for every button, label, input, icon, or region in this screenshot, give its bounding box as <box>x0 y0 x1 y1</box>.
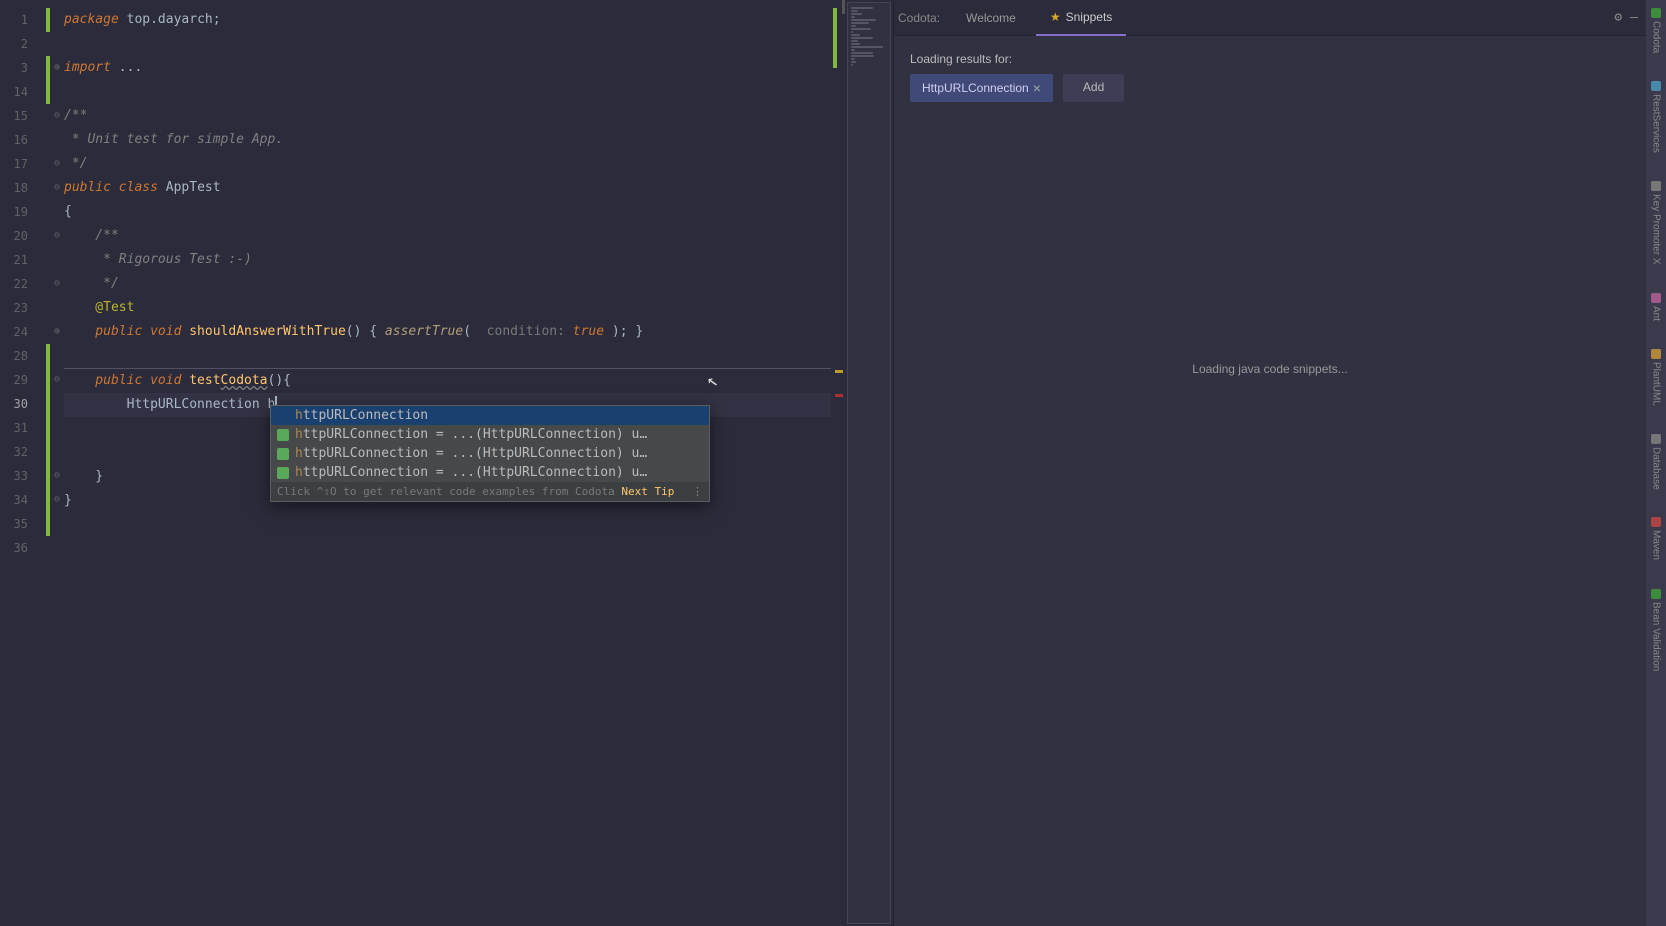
fold-icon[interactable]: ⊖ <box>50 488 64 512</box>
fold-icon[interactable]: ⊖ <box>50 272 64 296</box>
more-icon[interactable]: ⋮ <box>692 485 703 498</box>
line-number: 3 <box>0 56 46 80</box>
line-number: 30 <box>0 392 46 416</box>
line-number: 29 <box>0 368 46 392</box>
next-tip-link[interactable]: Next Tip <box>621 485 674 498</box>
search-tag[interactable]: HttpURLConnection× <box>910 74 1053 102</box>
autocomplete-footer: Click ^⇧O to get relevant code examples … <box>271 482 709 501</box>
fold-column: ⊕ ⊖ ⊖ ⊖ ⊖ ⊖ ⊕ ⊖ ⊖ ⊖ <box>50 0 64 926</box>
fold-icon[interactable]: ⊖ <box>50 104 64 128</box>
panel-tabs: Codota: Welcome ★Snippets ⚙ — <box>894 0 1646 36</box>
loading-label: Loading results for: <box>910 52 1630 66</box>
gear-icon[interactable]: ⚙ <box>1614 10 1622 25</box>
line-number: 21 <box>0 248 46 272</box>
line-number: 1 <box>0 8 46 32</box>
toolbar-item-restservices[interactable]: RestServices <box>1651 81 1662 153</box>
toolbar-item-ant[interactable]: Ant <box>1651 293 1662 321</box>
line-number: 36 <box>0 536 46 560</box>
fold-icon[interactable]: ⊖ <box>50 464 64 488</box>
remove-tag-icon[interactable]: × <box>1033 80 1041 96</box>
codota-icon <box>277 467 289 479</box>
autocomplete-item[interactable]: httpURLConnection = ...(HttpURLConnectio… <box>271 444 709 463</box>
line-number: 33 <box>0 464 46 488</box>
line-number: 23 <box>0 296 46 320</box>
line-number: 32 <box>0 440 46 464</box>
autocomplete-item[interactable]: httpURLConnection = ...(HttpURLConnectio… <box>271 463 709 482</box>
line-number: 31 <box>0 416 46 440</box>
line-number: 20 <box>0 224 46 248</box>
autocomplete-item[interactable]: httpURLConnection <box>271 406 709 425</box>
star-icon: ★ <box>1050 0 1061 35</box>
toolbar-item-beanvalidation[interactable]: Bean Validation <box>1651 589 1662 671</box>
line-number: 35 <box>0 512 46 536</box>
toolbar-item-plantuml[interactable]: PlantUML <box>1651 349 1662 406</box>
codota-panel: Codota: Welcome ★Snippets ⚙ — Loading re… <box>893 0 1646 926</box>
line-number: 2 <box>0 32 46 56</box>
codota-icon <box>277 448 289 460</box>
line-number: 28 <box>0 344 46 368</box>
fold-icon[interactable]: ⊖ <box>50 176 64 200</box>
line-number: 15 <box>0 104 46 128</box>
line-number: 19 <box>0 200 46 224</box>
autocomplete-item[interactable]: httpURLConnection = ...(HttpURLConnectio… <box>271 425 709 444</box>
line-number: 34 <box>0 488 46 512</box>
line-number: 18 <box>0 176 46 200</box>
panel-label: Codota: <box>898 11 946 25</box>
error-stripe[interactable] <box>831 0 845 926</box>
fold-icon[interactable]: ⊖ <box>50 224 64 248</box>
line-number: 24 <box>0 320 46 344</box>
autocomplete-popup[interactable]: httpURLConnection httpURLConnection = ..… <box>270 405 710 502</box>
right-toolbar: Codota RestServices Key Promoter X Ant P… <box>1646 0 1666 926</box>
code-editor[interactable]: 1 2 3 14 15 16 17 18 19 20 21 22 23 24 2… <box>0 0 845 926</box>
minimize-icon[interactable]: — <box>1630 10 1638 25</box>
line-number: 22 <box>0 272 46 296</box>
line-number: 17 <box>0 152 46 176</box>
codota-icon <box>277 429 289 441</box>
tab-welcome[interactable]: Welcome <box>952 0 1030 36</box>
line-number: 14 <box>0 80 46 104</box>
toolbar-item-maven[interactable]: Maven <box>1651 517 1662 560</box>
toolbar-item-codota[interactable]: Codota <box>1651 8 1662 53</box>
fold-icon[interactable]: ⊖ <box>50 152 64 176</box>
toolbar-item-database[interactable]: Database <box>1651 434 1662 490</box>
fold-icon[interactable]: ⊕ <box>50 56 64 80</box>
toolbar-item-keypromoter[interactable]: Key Promoter X <box>1651 181 1662 265</box>
minimap[interactable] <box>847 2 891 924</box>
gutter: 1 2 3 14 15 16 17 18 19 20 21 22 23 24 2… <box>0 0 46 926</box>
loading-message: Loading java code snippets... <box>910 362 1630 376</box>
fold-icon[interactable]: ⊕ <box>50 320 64 344</box>
line-number: 16 <box>0 128 46 152</box>
add-button[interactable]: Add <box>1063 74 1124 102</box>
fold-icon[interactable]: ⊖ <box>50 368 64 392</box>
tab-snippets[interactable]: ★Snippets <box>1036 0 1126 36</box>
